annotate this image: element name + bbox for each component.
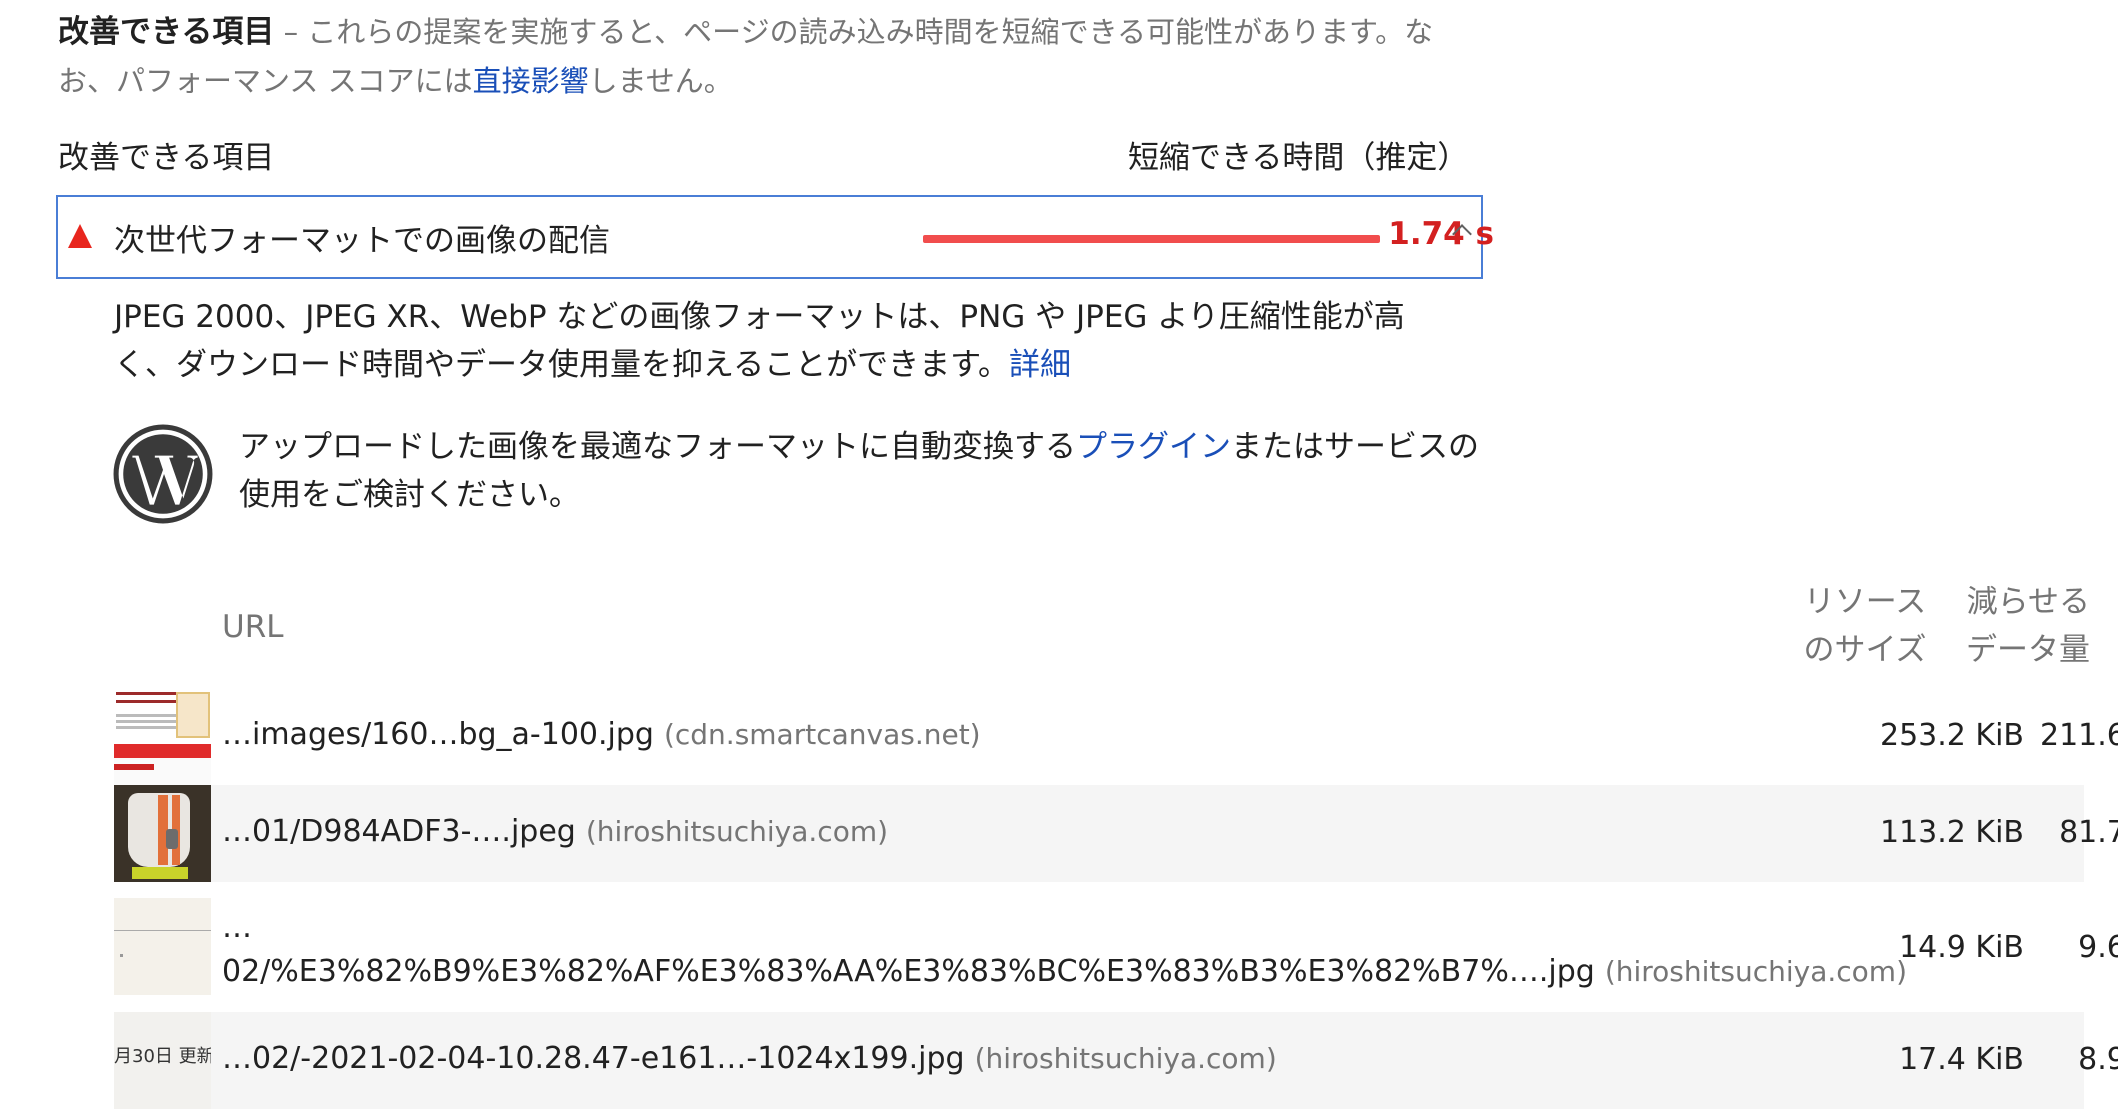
lighthouse-opportunities-panel: 改善できる項目 – これらの提案を実施すると、ページの読み込み時間を短縮できる可… [0,0,2118,1114]
potential-savings: 9.6 KiB [2078,930,2118,965]
wordpress-icon [113,424,213,524]
potential-savings: 211.6 KiB [2039,718,2118,753]
url-path[interactable]: …02/-2021-02-04-10.28.47-e161…-1024x199.… [222,1041,965,1076]
potential-savings-header-line2: データ量 [1966,632,2090,668]
url-path[interactable]: …01/D984ADF3-….jpeg [222,814,576,849]
url-origin: (hiroshitsuchiya.com) [974,1042,1277,1075]
opportunities-intro: 改善できる項目 – これらの提案を実施すると、ページの読み込み時間を短縮できる可… [58,8,1468,106]
audit-description: JPEG 2000、JPEG XR、WebP などの画像フォーマットは、PNG … [114,293,1434,389]
resource-size-header-line1: リソース [1803,584,1927,620]
resource-size: 113.2 KiB [1879,815,2024,850]
resource-url[interactable]: …02/-2021-02-04-10.28.47-e161…-1024x199.… [222,1041,1277,1076]
thumbnail-image: 月30日 更新 [114,1012,211,1109]
column-header-opportunity: 改善できる項目 [58,140,275,176]
table-header-potential-savings: 減らせる データ量 [1950,578,2090,674]
wordpress-stack-tip: アップロードした画像を最適なフォーマットに自動変換するプラグインまたはサービスの… [239,423,1479,519]
opportunities-title: 改善できる項目 [58,14,275,50]
stack-tip-text-before: アップロードした画像を最適なフォーマットに自動変換する [239,429,1076,465]
resource-url[interactable]: 02/%E3%82%B9%E3%82%AF%E3%83%AA%E3%83%BC%… [222,954,1907,989]
resource-size-header-line2: のサイズ [1803,632,1927,668]
thumbnail-image [114,785,211,882]
thumbnail-text: 月30日 更新 [114,1046,211,1067]
opportunities-intro-tail: しません。 [588,64,733,98]
table-row: 月30日 更新 …02/-2021-02-04-10.28.47-e161…-1… [114,1012,2118,1109]
warning-triangle-icon [68,224,92,248]
potential-savings: 81.7 KiB [2059,815,2118,850]
savings-bar [923,235,1380,243]
potential-savings: 8.9 KiB [2078,1042,2118,1077]
url-path[interactable]: …images/160…bg_a-100.jpg [222,717,654,752]
plugin-link[interactable]: プラグイン [1076,429,1231,465]
column-header-estimated-savings: 短縮できる時間（推定） [1128,140,1469,176]
resource-size: 253.2 KiB [1879,718,2024,753]
resource-url[interactable]: …images/160…bg_a-100.jpg (cdn.smartcanvas… [222,717,981,752]
savings-value: 1.74 s [1388,216,1494,252]
resource-url-ellipsis: … [222,910,252,945]
audit-description-text: JPEG 2000、JPEG XR、WebP などの画像フォーマットは、PNG … [114,299,1405,383]
thumbnail-image [114,688,211,785]
table-header-url: URL [222,609,284,645]
table-row: …images/160…bg_a-100.jpg (cdn.smartcanvas… [114,688,2118,785]
potential-savings-header-line1: 減らせる [1966,584,2090,620]
table-row: …01/D984ADF3-….jpeg (hiroshitsuchiya.com)… [114,785,2118,882]
resource-size: 14.9 KiB [1899,930,2024,965]
audit-title: 次世代フォーマットでの画像の配信 [114,223,610,259]
resource-url[interactable]: …01/D984ADF3-….jpeg (hiroshitsuchiya.com) [222,814,888,849]
direct-impact-link[interactable]: 直接影響 [473,64,589,98]
resource-size: 17.4 KiB [1899,1042,2024,1077]
learn-more-link[interactable]: 詳細 [1009,347,1071,383]
thumbnail-image [114,898,211,995]
url-origin: (cdn.smartcanvas.net) [663,718,981,751]
table-header-resource-size: リソース のサイズ [1780,578,1950,674]
audit-next-gen-images-header[interactable]: 次世代フォーマットでの画像の配信 1.74 s [56,195,1494,279]
url-origin: (hiroshitsuchiya.com) [585,815,889,848]
table-row: … 02/%E3%82%B9%E3%82%AF%E3%83%AA%E3%83%B… [114,882,2118,1012]
url-path[interactable]: 02/%E3%82%B9%E3%82%AF%E3%83%AA%E3%83%BC%… [222,954,1595,989]
